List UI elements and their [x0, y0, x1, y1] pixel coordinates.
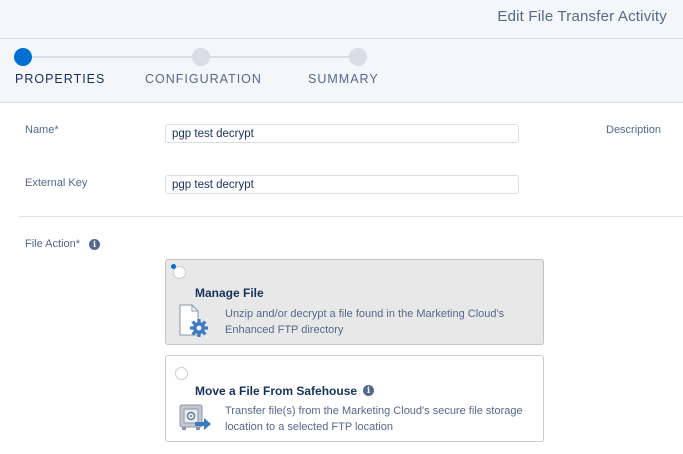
step-summary-label[interactable]: SUMMARY	[308, 72, 379, 86]
name-label: Name*	[25, 124, 59, 136]
option-move-from-safehouse[interactable]: Move a File From Safehouse i Transfer fi…	[165, 355, 544, 442]
name-input[interactable]	[165, 124, 519, 143]
step-summary-indicator[interactable]	[349, 48, 367, 66]
step-configuration-label[interactable]: CONFIGURATION	[145, 72, 262, 86]
step-configuration-indicator[interactable]	[192, 48, 210, 66]
step-connector	[23, 56, 358, 58]
modal-title: Edit File Transfer Activity	[497, 8, 667, 25]
option-manage-file-radio[interactable]	[171, 264, 186, 279]
option-manage-file-description: Unzip and/or decrypt a file found in the…	[225, 308, 505, 336]
progress-stepper: PROPERTIES CONFIGURATION SUMMARY	[0, 39, 683, 103]
external-key-input[interactable]	[165, 175, 519, 194]
section-divider	[19, 216, 683, 217]
option-move-from-safehouse-info-icon[interactable]: i	[363, 385, 374, 396]
step-properties-label[interactable]: PROPERTIES	[15, 72, 105, 86]
description-label: Description	[606, 124, 662, 136]
safe-transfer-icon	[179, 404, 211, 430]
option-move-from-safehouse-radio[interactable]	[175, 367, 188, 380]
file-action-label: File Action*	[25, 238, 81, 250]
external-key-label: External Key	[25, 177, 88, 189]
file-action-info-icon[interactable]: i	[89, 239, 100, 250]
option-move-from-safehouse-description: Transfer file(s) from the Marketing Clou…	[225, 405, 523, 433]
option-manage-file-title: Manage File	[195, 286, 264, 300]
option-manage-file[interactable]: Manage File Unzip and/or decrypt a file …	[165, 259, 544, 345]
file-gear-icon	[179, 304, 208, 337]
radio-selected-dot	[171, 264, 176, 269]
modal-header: Edit File Transfer Activity	[0, 0, 683, 39]
option-move-from-safehouse-title: Move a File From Safehouse	[195, 384, 358, 398]
step-properties-indicator[interactable]	[14, 48, 32, 66]
